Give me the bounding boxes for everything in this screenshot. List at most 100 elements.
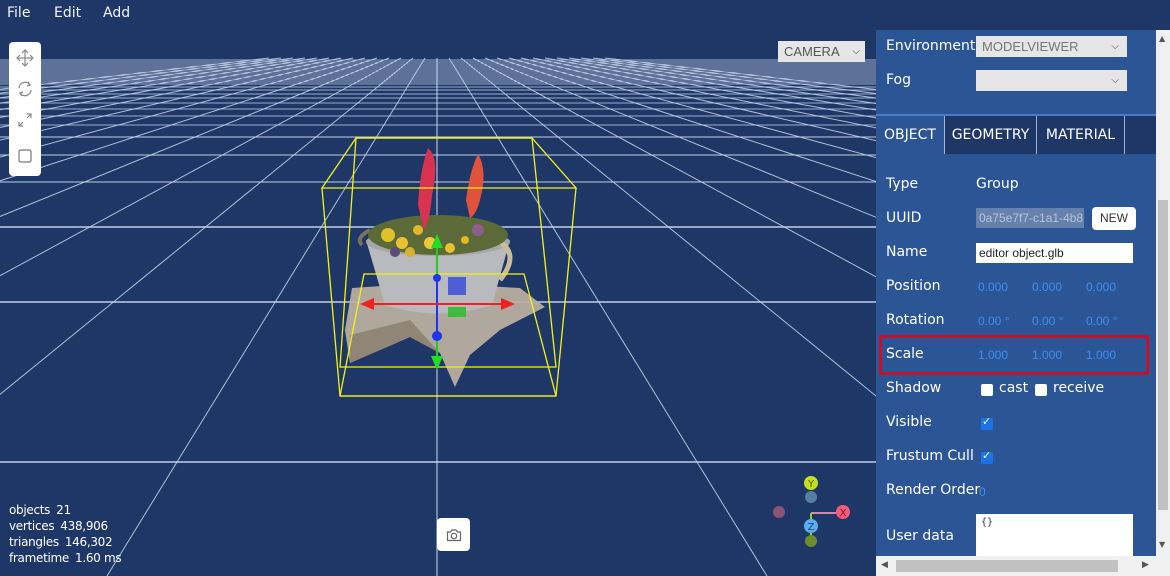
menu-file[interactable]: File: [7, 5, 30, 21]
scale-label: Scale: [886, 346, 924, 362]
uuid-new-button[interactable]: NEW: [1092, 207, 1136, 230]
scale-z-input[interactable]: 1.000: [1086, 348, 1116, 362]
camera-icon: [446, 528, 461, 541]
grid-line: [0, 57, 282, 94]
environment-select[interactable]: MODELVIEWER ⌵: [976, 36, 1127, 57]
local-space-toggle[interactable]: [13, 144, 37, 168]
sidebar-vertical-scrollbar[interactable]: ▲ ▼: [1156, 30, 1170, 556]
gizmo-xz-plane: [448, 307, 466, 317]
scroll-down-icon[interactable]: ▼: [1159, 540, 1165, 549]
type-label: Type: [886, 176, 919, 192]
scale-tool[interactable]: [13, 108, 37, 132]
grid-line: [0, 57, 390, 217]
grid-line: [544, 57, 876, 119]
view-helper-y-label: Y: [807, 479, 815, 490]
gizmo-z-handle-top: [433, 274, 441, 282]
grid-line: [0, 57, 342, 128]
user-data-textarea[interactable]: {}: [976, 514, 1133, 556]
transform-toolbar: [9, 42, 41, 176]
position-y-input[interactable]: 0.000: [1032, 280, 1062, 294]
type-value: Group: [976, 176, 1019, 192]
view-helper-gizmo[interactable]: Y X Z: [773, 476, 850, 547]
environment-label: Environment: [886, 38, 976, 54]
horizontal-scroll-thumb[interactable]: [896, 560, 1118, 572]
chevron-down-icon: ⌵: [1111, 41, 1119, 52]
grid-line: [604, 57, 876, 91]
grid-line: [0, 57, 306, 104]
shadow-cast-label: cast: [999, 380, 1029, 396]
rotation-z-input[interactable]: 0.00 °: [1086, 314, 1118, 328]
stat-vertices: vertices 438,906: [9, 519, 108, 533]
scroll-right-icon[interactable]: ▶: [1142, 560, 1149, 570]
grid-line: [496, 57, 876, 182]
position-x-input[interactable]: 0.000: [978, 280, 1008, 294]
grid-line: [520, 57, 876, 142]
shadow-receive-checkbox[interactable]: [1035, 384, 1047, 396]
rotate-icon: [18, 81, 32, 97]
render-order-label: Render Order: [886, 482, 981, 498]
environment-select-value: MODELVIEWER: [982, 39, 1079, 54]
rotation-y-input[interactable]: 0.00 °: [1032, 314, 1064, 328]
grid-line: [0, 57, 318, 111]
scrollbar-corner: [1156, 556, 1170, 576]
visible-label: Visible: [886, 414, 932, 430]
gizmo-y-arrow-down: [431, 356, 443, 370]
view-helper-z-label: Z: [808, 522, 815, 533]
view-helper-neg-z: [805, 491, 817, 503]
grid-line: [0, 57, 366, 158]
chevron-down-icon: ⌵: [852, 46, 860, 57]
menu-edit[interactable]: Edit: [54, 5, 81, 21]
scene-canvas[interactable]: Y X Z: [0, 30, 876, 576]
fog-select[interactable]: ⌵: [976, 70, 1127, 91]
name-input[interactable]: editor object.glb: [976, 243, 1133, 263]
uuid-label: UUID: [886, 210, 922, 226]
shadow-label: Shadow: [886, 380, 942, 396]
visible-checkbox[interactable]: [981, 415, 993, 430]
properties-tabs: OBJECT GEOMETRY MATERIAL: [876, 114, 1156, 154]
menu-add[interactable]: Add: [103, 5, 130, 21]
shadow-cast-checkbox[interactable]: [981, 384, 993, 396]
view-helper-neg-y: [805, 535, 817, 547]
menubar: File Edit Add: [0, 0, 1170, 30]
3d-viewport[interactable]: Y X Z CAMERA ⌵ objects 21 vertices 438,9…: [0, 30, 876, 576]
tab-material[interactable]: MATERIAL: [1037, 116, 1125, 154]
scale-y-input[interactable]: 1.000: [1032, 348, 1062, 362]
sidebar-horizontal-scrollbar[interactable]: ◀ ▶: [876, 556, 1156, 576]
grid-line: [556, 57, 876, 111]
stat-frametime: frametime 1.60 ms: [9, 551, 122, 565]
tab-geometry[interactable]: GEOMETRY: [945, 116, 1037, 154]
position-z-input[interactable]: 0.000: [1086, 280, 1116, 294]
uuid-input[interactable]: 0a75e7f7-c1a1-4b8: [976, 208, 1084, 228]
view-helper-x-label: X: [840, 508, 847, 519]
grid-line: [0, 57, 402, 277]
model-object[interactable]: [345, 148, 545, 387]
render-order-input[interactable]: 0: [979, 485, 986, 499]
translate-tool[interactable]: [13, 46, 37, 70]
frustum-cull-checkbox[interactable]: [981, 449, 993, 464]
vertical-scroll-thumb[interactable]: [1158, 200, 1168, 510]
screenshot-button[interactable]: [437, 518, 470, 551]
scroll-left-icon[interactable]: ◀: [881, 560, 888, 570]
grid-line: [568, 57, 876, 104]
fog-label: Fog: [886, 72, 912, 88]
tab-object[interactable]: OBJECT: [876, 116, 945, 154]
scroll-up-icon[interactable]: ▲: [1159, 34, 1165, 43]
rotate-tool[interactable]: [13, 77, 37, 101]
rotation-label: Rotation: [886, 312, 945, 328]
scale-x-input[interactable]: 1.000: [978, 348, 1008, 362]
gizmo-z-handle-bottom: [432, 331, 442, 341]
position-label: Position: [886, 278, 941, 294]
rotation-x-input[interactable]: 0.00 °: [978, 314, 1010, 328]
chevron-down-icon: ⌵: [1111, 75, 1119, 86]
grid-line: [0, 57, 378, 182]
grid-line: [580, 57, 876, 99]
camera-select[interactable]: CAMERA ⌵: [778, 41, 865, 62]
properties-sidebar: Environment MODELVIEWER ⌵ Fog ⌵ OBJECT G…: [876, 30, 1156, 556]
camera-select-value: CAMERA: [784, 44, 840, 59]
grid-line: [532, 57, 876, 129]
name-label: Name: [886, 244, 928, 260]
shadow-receive-label: receive: [1053, 380, 1105, 396]
grid-line: [0, 57, 354, 141]
view-helper-neg-x: [773, 506, 785, 518]
frustum-cull-label: Frustum Cull: [886, 448, 974, 464]
